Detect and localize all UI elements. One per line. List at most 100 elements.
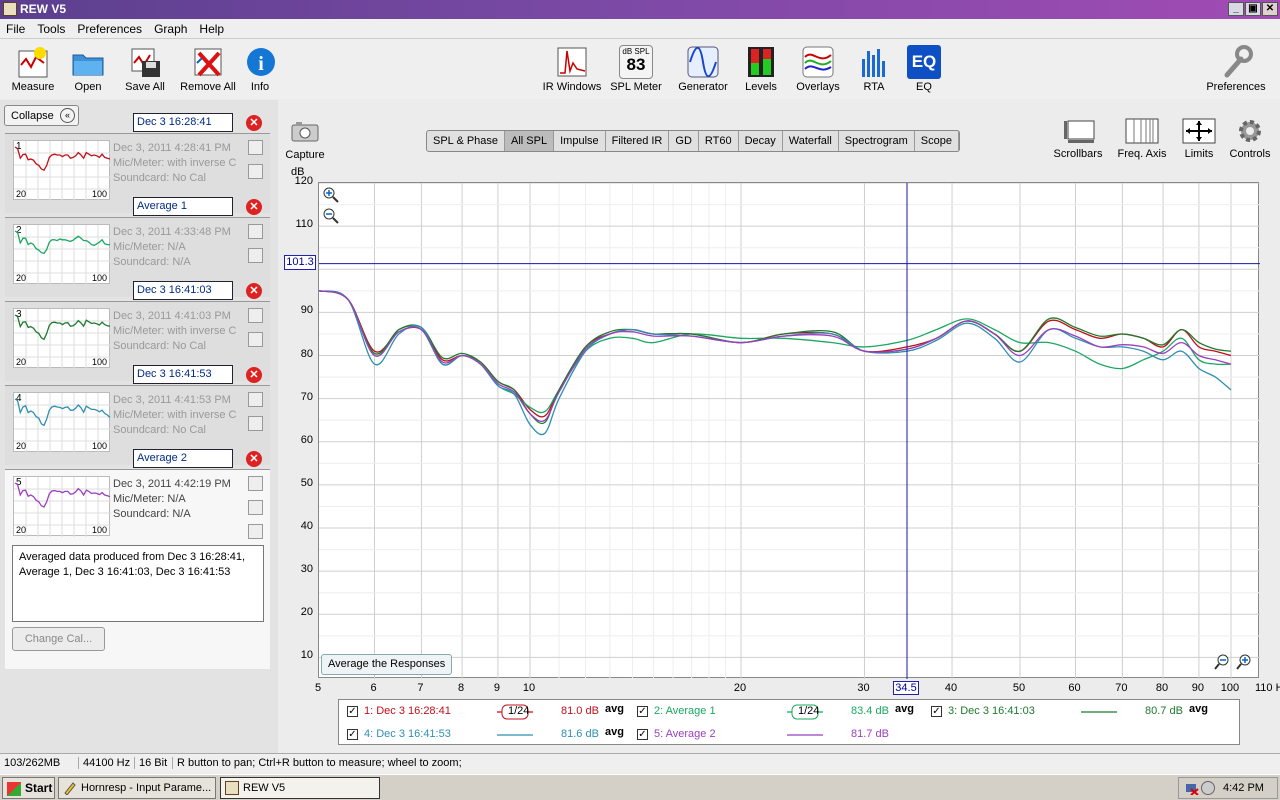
scrollbars-button[interactable]: Scrollbars <box>1050 117 1106 160</box>
ir-windows-button[interactable]: IR Windows <box>540 45 604 93</box>
legend-average: 81.6 dB <box>561 728 599 740</box>
mic-cal-icon[interactable] <box>248 332 263 347</box>
tab-spectrogram[interactable]: Spectrogram <box>839 131 915 151</box>
wand-icon[interactable] <box>248 392 263 407</box>
measurement-name-field[interactable]: Dec 3 16:41:53 <box>133 365 233 384</box>
limits-icon <box>1176 117 1222 145</box>
tab-spl-phase[interactable]: SPL & Phase <box>427 131 506 151</box>
legend-checkbox[interactable]: ✓ <box>637 706 648 717</box>
network-status-icon[interactable] <box>1185 781 1199 796</box>
eq-icon: EQ <box>907 45 941 79</box>
wand-icon[interactable] <box>248 308 263 323</box>
measurement-name-field[interactable]: Dec 3 16:28:41 <box>133 113 233 132</box>
tab-rt60[interactable]: RT60 <box>699 131 739 151</box>
wand-icon[interactable] <box>248 224 263 239</box>
task-hornresp-label: Hornresp - Input Parame... <box>81 782 212 794</box>
delete-measurement-icon[interactable]: ✕ <box>246 199 262 215</box>
info-button[interactable]: i Info <box>244 45 276 93</box>
measurement-thumbnail[interactable]: 1 20 100 <box>13 140 111 201</box>
menu-graph[interactable]: Graph <box>148 19 193 36</box>
task-rew-label: REW V5 <box>243 782 286 794</box>
menu-file[interactable]: File <box>0 19 31 36</box>
tab-scope[interactable]: Scope <box>915 131 959 151</box>
mic-cal-icon[interactable] <box>248 248 263 263</box>
delete-measurement-icon[interactable]: ✕ <box>246 115 262 131</box>
spl-plot-svg[interactable] <box>319 183 1260 679</box>
collapse-button[interactable]: Collapse « <box>4 105 79 126</box>
delete-measurement-icon[interactable]: ✕ <box>246 367 262 383</box>
measurement-thumbnail[interactable]: 2 20 100 <box>13 224 111 285</box>
measurement-name-field[interactable]: Dec 3 16:41:03 <box>133 281 233 300</box>
tab-all-spl[interactable]: All SPL <box>505 131 555 151</box>
legend-checkbox[interactable]: ✓ <box>347 706 358 717</box>
delete-measurement-icon[interactable]: ✕ <box>246 451 262 467</box>
legend-swatch[interactable] <box>1081 704 1117 720</box>
capture-button[interactable]: Capture <box>284 119 326 161</box>
delete-measurement-icon[interactable]: ✕ <box>246 283 262 299</box>
save-all-button[interactable]: Save All <box>120 45 170 93</box>
controls-label: Controls <box>1229 148 1271 160</box>
thumbnail-axis-high: 100 <box>91 525 107 535</box>
rta-button[interactable]: RTA <box>856 45 892 93</box>
measurement-mic: Mic/Meter: N/A <box>113 241 186 253</box>
maximize-button[interactable]: ▣ <box>1245 2 1261 16</box>
menu-help[interactable]: Help <box>193 19 230 36</box>
legend-average: 81.7 dB <box>851 728 889 740</box>
tab-impulse[interactable]: Impulse <box>554 131 606 151</box>
task-hornresp[interactable]: Hornresp - Input Parame... <box>58 777 216 799</box>
tab-decay[interactable]: Decay <box>739 131 783 151</box>
y-tick-label: 50 <box>300 476 313 489</box>
generator-button[interactable]: Generator <box>676 45 730 93</box>
spl-meter-button[interactable]: dB SPL 83 SPL Meter <box>608 45 664 93</box>
levels-button[interactable]: Levels <box>740 45 782 93</box>
measurement-thumbnail[interactable]: 5 20 100 <box>13 476 111 537</box>
remove-all-button[interactable]: Remove All <box>178 45 238 93</box>
tab-waterfall[interactable]: Waterfall <box>783 131 839 151</box>
legend-swatch[interactable] <box>497 727 533 743</box>
measurement-thumbnail[interactable]: 3 20 100 <box>13 308 111 369</box>
eq-button[interactable]: EQ EQ <box>906 45 942 93</box>
measurement-actions <box>248 476 266 548</box>
measurement-mic: Mic/Meter: with inverse C <box>113 409 237 421</box>
measurement-notes[interactable]: Averaged data produced from Dec 3 16:28:… <box>12 545 264 622</box>
measurement-actions <box>248 392 266 440</box>
average-responses-button[interactable]: Average the Responses <box>321 654 453 675</box>
legend-checkbox[interactable]: ✓ <box>347 729 358 740</box>
start-button[interactable]: Start <box>2 777 55 799</box>
controls-button[interactable]: Controls <box>1226 117 1274 160</box>
menu-tools[interactable]: Tools <box>31 19 71 36</box>
open-button[interactable]: Open <box>68 45 108 93</box>
notes-icon[interactable] <box>248 524 263 539</box>
menu-preferences[interactable]: Preferences <box>71 19 148 36</box>
measurement-thumbnail[interactable]: 4 20 100 <box>13 392 111 453</box>
wrench-icon <box>1219 45 1253 79</box>
measure-button[interactable]: Measure <box>8 45 58 93</box>
legend-swatch[interactable] <box>787 727 823 743</box>
remove-all-icon <box>191 45 225 79</box>
mic-cal-icon[interactable] <box>248 164 263 179</box>
rta-icon <box>857 45 891 79</box>
tab-filtered-ir[interactable]: Filtered IR <box>606 131 670 151</box>
wand-icon[interactable] <box>248 140 263 155</box>
mic-cal-icon[interactable] <box>248 500 263 515</box>
mic-cal-icon[interactable] <box>248 416 263 431</box>
gear-icon <box>1226 117 1274 145</box>
minimize-button[interactable]: _ <box>1228 2 1244 16</box>
speaker-icon[interactable] <box>1201 781 1215 795</box>
freq-axis-button[interactable]: Freq. Axis <box>1114 117 1170 160</box>
measurement-name-field[interactable]: Average 2 <box>133 449 233 468</box>
change-cal-button[interactable]: Change Cal... <box>12 627 105 651</box>
close-button[interactable]: ✕ <box>1262 2 1278 16</box>
levels-label: Levels <box>745 81 777 93</box>
spl-plot[interactable]: Average the Responses <box>318 182 1260 679</box>
legend-checkbox[interactable]: ✓ <box>931 706 942 717</box>
measurement-info: Dec 3, 2011 4:28:41 PM Mic/Meter: with in… <box>113 141 236 186</box>
tab-gd[interactable]: GD <box>669 131 699 151</box>
wand-icon[interactable] <box>248 476 263 491</box>
limits-button[interactable]: Limits <box>1176 117 1222 160</box>
legend-checkbox[interactable]: ✓ <box>637 729 648 740</box>
overlays-button[interactable]: Overlays <box>792 45 844 93</box>
preferences-button[interactable]: Preferences <box>1204 45 1268 93</box>
measurement-name-field[interactable]: Average 1 <box>133 197 233 216</box>
task-rew[interactable]: REW V5 <box>220 777 380 799</box>
